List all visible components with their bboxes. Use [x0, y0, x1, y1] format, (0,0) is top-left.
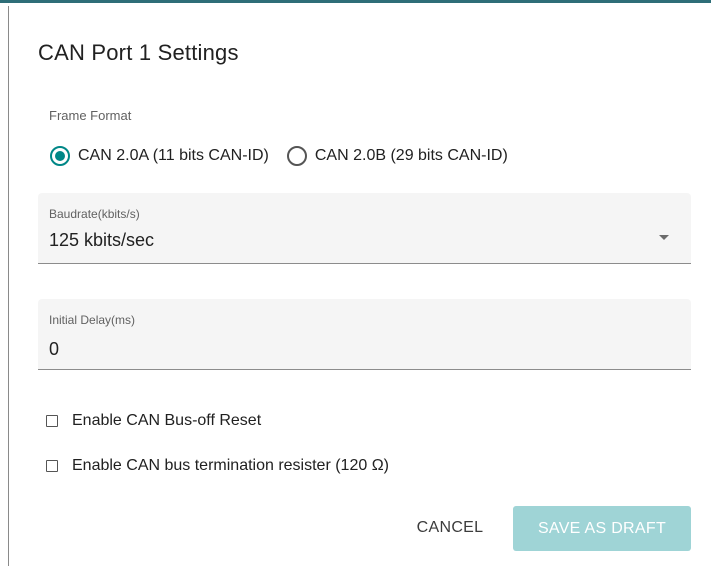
initial-delay-label: Initial Delay(ms): [49, 313, 136, 327]
save-as-draft-button[interactable]: SAVE AS DRAFT: [513, 506, 691, 551]
frame-format-label: Frame Format: [49, 108, 132, 123]
checkbox-row-bus-off-reset[interactable]: Enable CAN Bus-off Reset: [46, 412, 261, 430]
radio-checked-icon[interactable]: [50, 146, 70, 166]
radio-option-can-2-0b[interactable]: CAN 2.0B (29 bits CAN-ID): [286, 146, 508, 166]
checkbox-row-termination-resister[interactable]: Enable CAN bus termination resister (120…: [46, 457, 389, 475]
cancel-button[interactable]: CANCEL: [405, 506, 495, 550]
radio-label-can-2-0b: CAN 2.0B (29 bits CAN-ID): [314, 147, 508, 164]
frame-format-radio-group: CAN 2.0A (11 bits CAN-ID) CAN 2.0B (29 b…: [50, 146, 508, 166]
baudrate-value: 125 kbits/sec: [49, 230, 155, 250]
radio-unchecked-icon[interactable]: [286, 146, 307, 166]
initial-delay-input[interactable]: [49, 339, 649, 360]
initial-delay-field: Initial Delay(ms): [38, 299, 691, 370]
radio-option-can-2-0a[interactable]: CAN 2.0A (11 bits CAN-ID): [50, 146, 269, 166]
baudrate-label: Baudrate(kbits/s): [49, 207, 140, 221]
can-port-settings-dialog: CAN Port 1 Settings Frame Format CAN 2.0…: [0, 0, 711, 566]
dialog-left-border: [8, 6, 9, 566]
checkbox-label-bus-off-reset: Enable CAN Bus-off Reset: [72, 412, 262, 429]
checkbox-unchecked-icon[interactable]: [46, 415, 58, 427]
checkbox-unchecked-icon[interactable]: [46, 460, 58, 472]
chevron-down-icon[interactable]: [659, 235, 669, 240]
baudrate-select[interactable]: Baudrate(kbits/s) 125 kbits/sec: [38, 193, 691, 264]
dialog-title: CAN Port 1 Settings: [38, 40, 239, 65]
radio-label-can-2-0a: CAN 2.0A (11 bits CAN-ID): [78, 147, 269, 164]
checkbox-label-termination-resister: Enable CAN bus termination resister (120…: [72, 457, 389, 474]
